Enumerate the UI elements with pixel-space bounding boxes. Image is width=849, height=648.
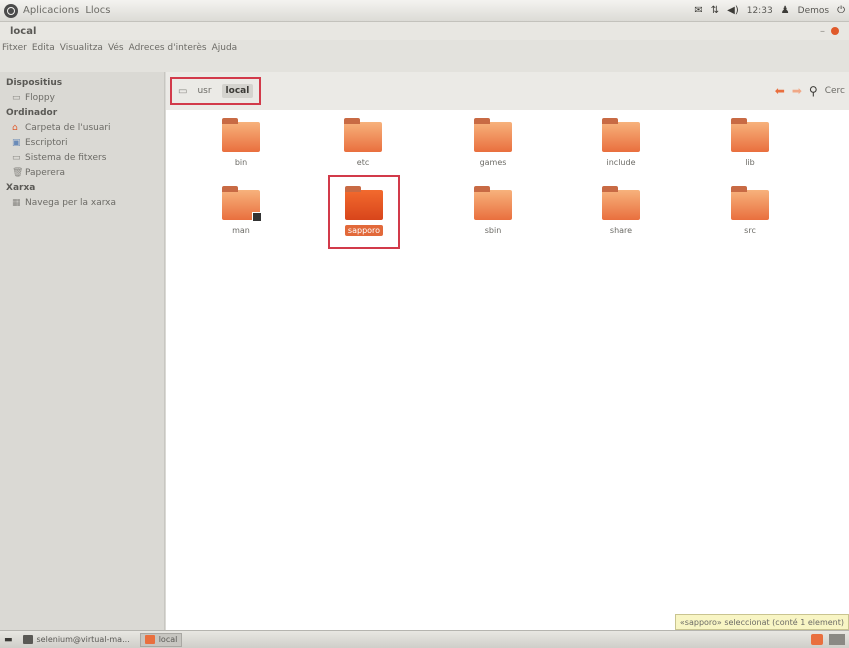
sidebar-item-browse-network[interactable]: ▦ Navega per la xarxa: [6, 198, 164, 208]
menu-applications[interactable]: Aplicacions: [23, 5, 79, 16]
sidebar-item-label: Navega per la xarxa: [25, 198, 117, 208]
sidebar-item-label: Paperera: [25, 168, 66, 178]
show-desktop-icon[interactable]: ▬: [4, 635, 13, 645]
task-file-manager[interactable]: local: [139, 632, 183, 647]
window-title: local: [10, 25, 37, 37]
forward-arrow-icon[interactable]: ➡: [792, 84, 802, 98]
close-button[interactable]: [831, 27, 839, 35]
sidebar-item-label: Sistema de fitxers: [25, 153, 107, 163]
folder-icon: [222, 118, 260, 152]
file-view[interactable]: bin etc games include lib man sapporo sb…: [166, 110, 849, 630]
sidebar-item-label: Carpeta de l'usuari: [25, 123, 111, 133]
folder-icon: [731, 118, 769, 152]
folder-icon: [344, 118, 382, 152]
sidebar-item-label: Floppy: [25, 93, 55, 103]
menu-view[interactable]: Visualitza: [60, 43, 103, 53]
folder-bin[interactable]: bin: [206, 118, 276, 168]
sidebar-item-filesystem[interactable]: ▭ Sistema de fitxers: [6, 153, 164, 163]
folder-name: etc: [356, 158, 370, 167]
folder-lib[interactable]: lib: [715, 118, 785, 168]
folder-name: bin: [234, 158, 248, 167]
sidebar-item-home[interactable]: ⌂ Carpeta de l'usuari: [6, 123, 164, 133]
drive-icon[interactable]: ▭: [178, 86, 187, 97]
menu-edit[interactable]: Edita: [32, 43, 55, 53]
folder-icon: [731, 186, 769, 220]
clock[interactable]: 12:33: [747, 6, 773, 16]
menubar: Fitxer Edita Visualitza Vés Adreces d'in…: [0, 40, 849, 72]
folder-icon: [602, 118, 640, 152]
folder-name: man: [232, 226, 250, 235]
folder-include[interactable]: include: [586, 118, 656, 168]
taskbar: ▬ selenium@virtual-ma... local: [0, 630, 849, 648]
desktop-icon: ▣: [12, 138, 21, 148]
task-label: selenium@virtual-ma...: [36, 635, 130, 644]
folder-name: sapporo: [344, 225, 384, 236]
menu-go[interactable]: Vés: [108, 43, 124, 53]
trash-icon: 🗑: [12, 168, 24, 178]
sidebar-heading-computer: Ordinador: [6, 108, 58, 118]
sidebar-item-floppy[interactable]: ▭ Floppy: [6, 93, 164, 103]
menu-file[interactable]: Fitxer: [2, 43, 27, 53]
folder-sbin[interactable]: sbin: [458, 186, 528, 236]
folder-name: src: [744, 226, 756, 235]
user-name[interactable]: Demos: [798, 6, 829, 16]
top-panel: Aplicacions Llocs ✉ ⇅ ◀) 12:33 ♟ Demos ⏻: [0, 0, 849, 22]
trash-icon[interactable]: [811, 634, 823, 645]
folder-etc[interactable]: etc: [328, 118, 398, 168]
folder-games[interactable]: games: [458, 118, 528, 168]
folder-name: sbin: [484, 226, 502, 235]
folder-name: include: [606, 158, 636, 167]
toolbar: ▭ usr local ⬅ ➡ ⚲ Cerc: [166, 72, 849, 110]
user-icon: ♟: [780, 5, 790, 16]
workspace-switcher[interactable]: [829, 634, 845, 645]
network-status-icon[interactable]: ⇅: [711, 5, 719, 16]
menu-help[interactable]: Ajuda: [212, 43, 238, 53]
sidebar-item-label: Escriptori: [25, 138, 68, 148]
home-folder-icon: ⌂: [12, 123, 18, 133]
window-titlebar: local –: [0, 22, 849, 40]
menu-places[interactable]: Llocs: [85, 5, 110, 16]
search-label[interactable]: Cerc: [825, 86, 845, 96]
search-icon[interactable]: ⚲: [809, 84, 818, 98]
sidebar: Dispositius ▭ Floppy Ordinador ⌂ Carpeta…: [0, 72, 165, 630]
network-icon: ▦: [12, 198, 21, 208]
folder-man[interactable]: man: [206, 186, 276, 236]
minimize-button[interactable]: –: [820, 26, 825, 37]
mail-icon[interactable]: ✉: [694, 5, 702, 16]
breadcrumb-local[interactable]: local: [221, 84, 254, 98]
folder-icon: [474, 118, 512, 152]
folder-sapporo[interactable]: sapporo: [329, 186, 399, 236]
folder-name: share: [609, 226, 633, 235]
folder-name: games: [479, 158, 507, 167]
drive-icon: ▭: [12, 153, 21, 163]
ubuntu-logo-icon[interactable]: [4, 3, 18, 18]
sidebar-heading-devices: Dispositius: [6, 78, 63, 88]
power-icon[interactable]: ⏻: [837, 5, 845, 16]
folder-icon: [345, 186, 383, 220]
terminal-icon: [22, 635, 33, 644]
task-label: local: [158, 635, 178, 644]
task-terminal[interactable]: selenium@virtual-ma...: [19, 633, 134, 647]
floppy-icon: ▭: [12, 93, 21, 103]
volume-icon[interactable]: ◀): [727, 5, 739, 16]
folder-name: lib: [745, 158, 755, 167]
folder-icon: [144, 635, 155, 644]
folder-icon: [602, 186, 640, 220]
back-arrow-icon[interactable]: ⬅: [775, 84, 785, 98]
folder-src[interactable]: src: [715, 186, 785, 236]
folder-share[interactable]: share: [586, 186, 656, 236]
breadcrumb-usr[interactable]: usr: [193, 84, 215, 98]
status-bar: «sapporo» seleccionat (conté 1 element): [674, 614, 849, 630]
menu-bookmarks[interactable]: Adreces d'interès: [129, 43, 207, 53]
folder-icon: [474, 186, 512, 220]
folder-link-icon: [222, 186, 262, 222]
sidebar-item-trash[interactable]: 🗑 Paperera: [6, 168, 164, 178]
breadcrumb: ▭ usr local: [170, 77, 262, 105]
sidebar-heading-network: Xarxa: [6, 183, 36, 193]
sidebar-item-desktop[interactable]: ▣ Escriptori: [6, 138, 164, 148]
